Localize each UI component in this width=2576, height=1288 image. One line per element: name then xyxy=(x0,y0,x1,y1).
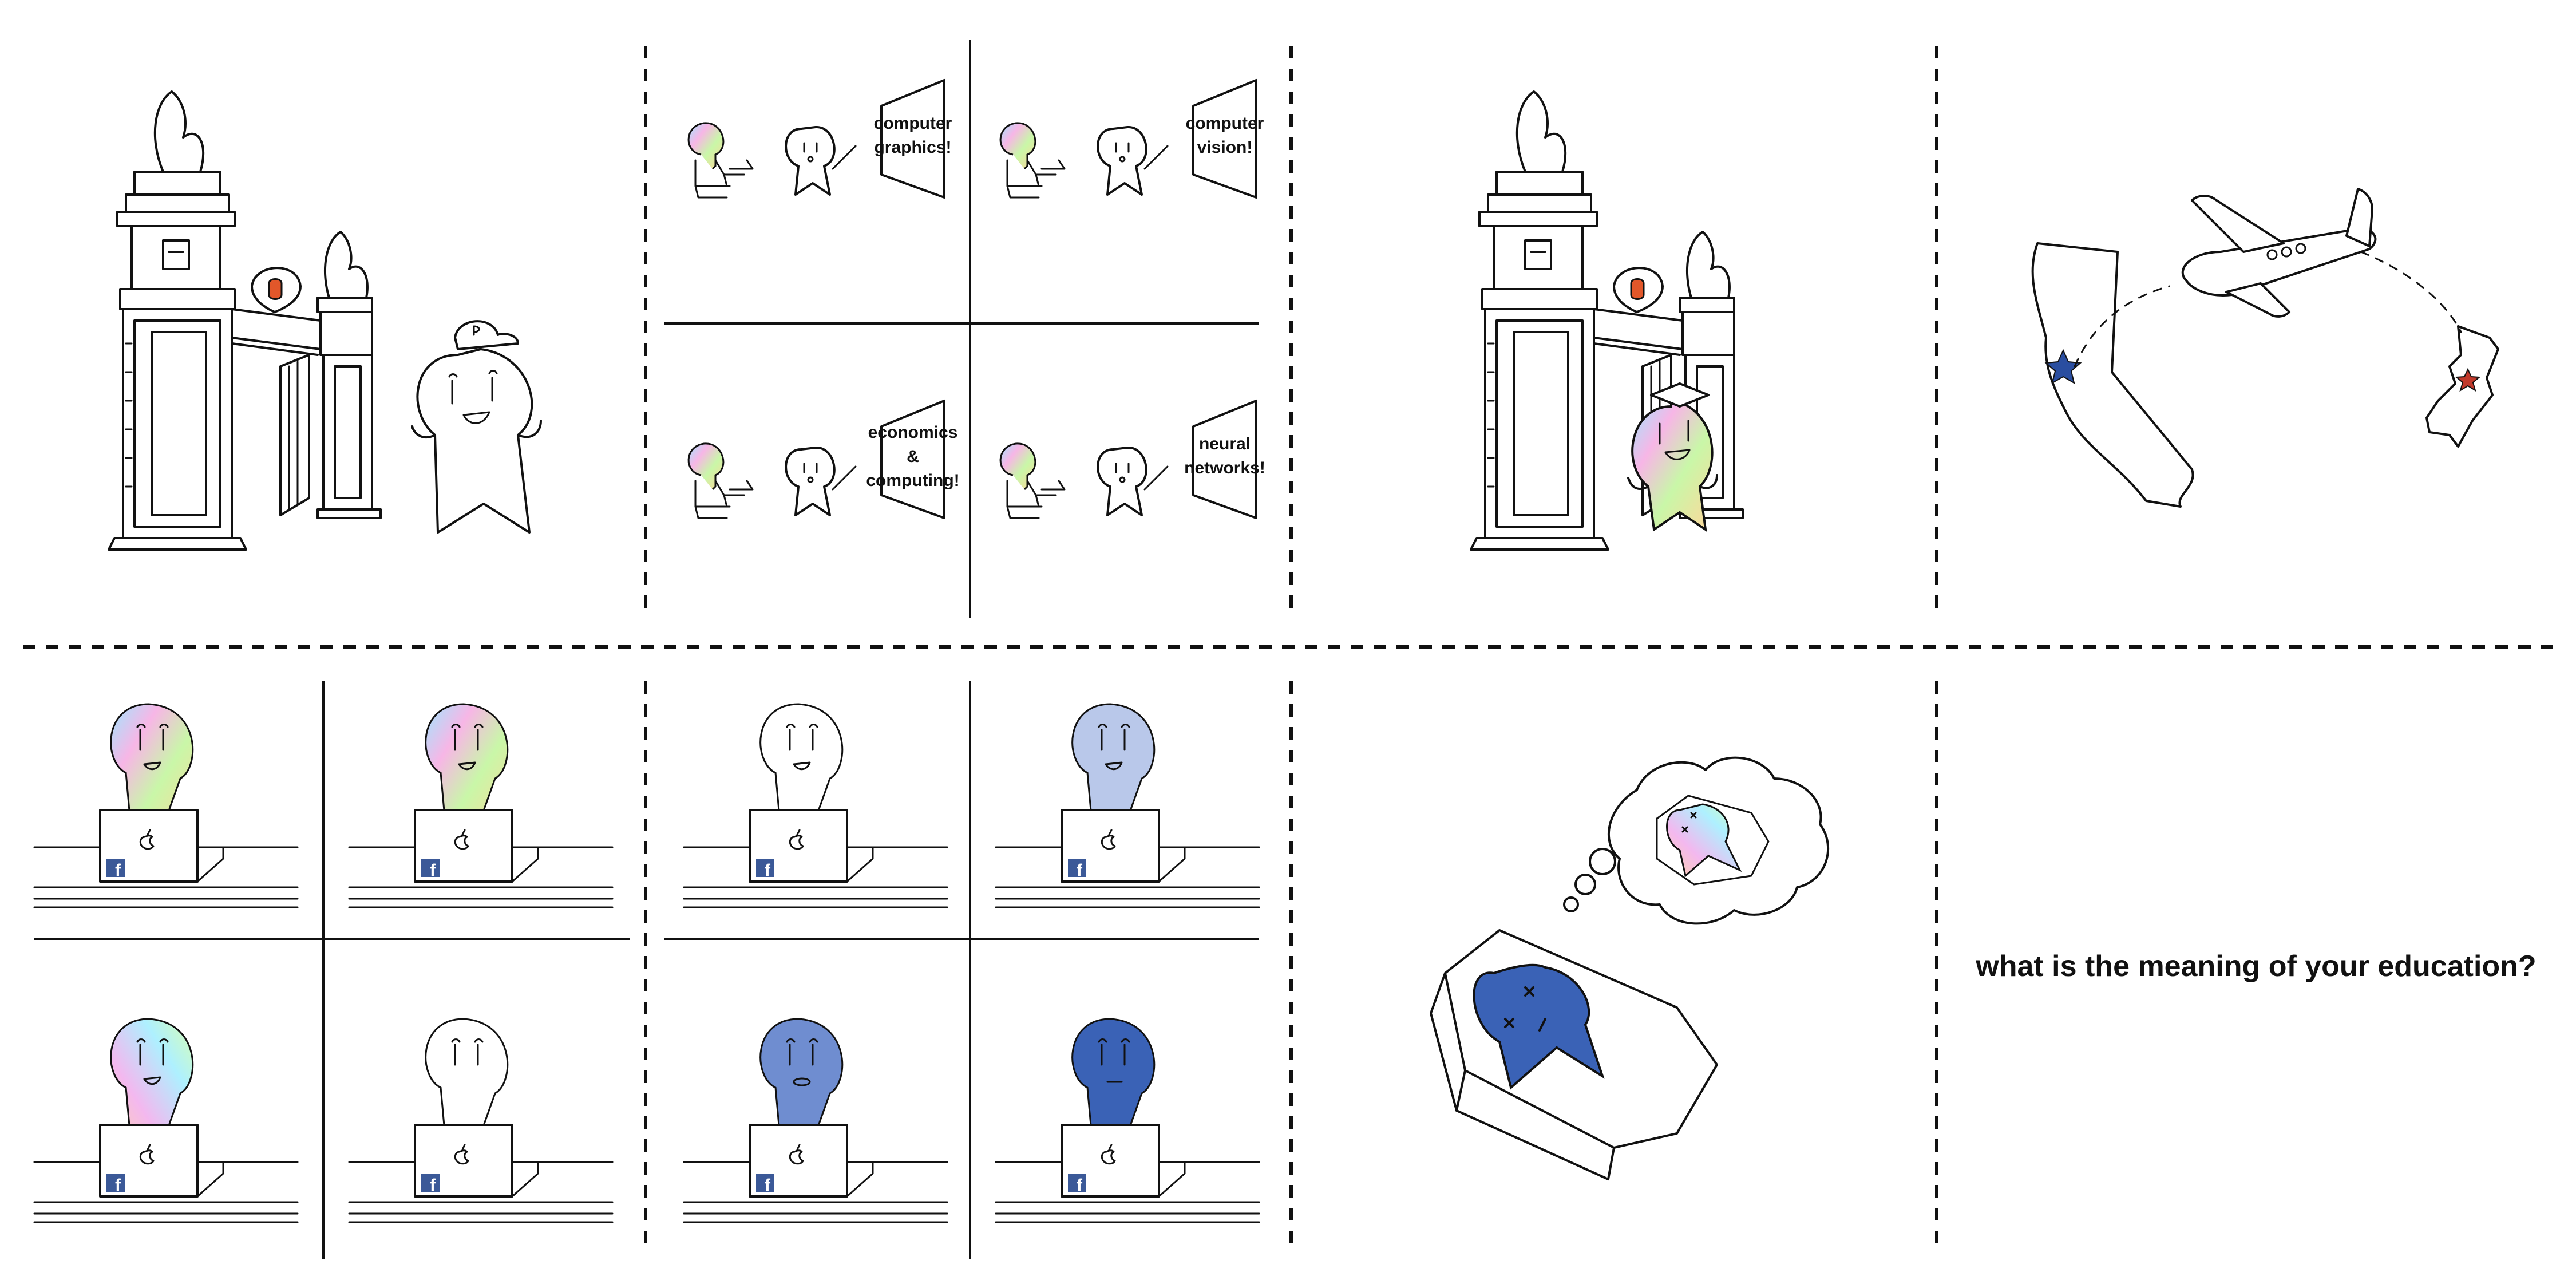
board-label: networks! xyxy=(1184,459,1265,477)
facebook-icon: f xyxy=(421,1174,440,1195)
board-label: neural xyxy=(1199,434,1251,453)
facebook-icon: f xyxy=(756,1174,774,1195)
svg-text:f: f xyxy=(1077,861,1083,880)
facebook-icon: f xyxy=(1068,859,1086,880)
facebook-icon: f xyxy=(1068,1174,1086,1195)
board-label: & xyxy=(907,447,919,466)
panel-borders xyxy=(23,40,2553,1259)
laptop-scene: f xyxy=(348,703,614,908)
laptop-scene: f xyxy=(683,703,948,908)
facebook-icon: f xyxy=(421,859,440,880)
laptop-scene: f xyxy=(995,703,1260,908)
svg-text:f: f xyxy=(765,1176,771,1195)
end-star-icon xyxy=(2455,368,2481,392)
facebook-icon: f xyxy=(106,1174,125,1195)
airplane-icon xyxy=(2181,188,2377,318)
laptop-scene: f xyxy=(33,1018,299,1223)
character-with-cap xyxy=(411,320,542,534)
board-label: computing! xyxy=(866,471,959,490)
lecture-panels: computer graphics! computer vision! economic… xyxy=(687,79,1265,519)
coffin-dream xyxy=(1430,756,1830,1180)
university-gate xyxy=(108,90,382,551)
board-label: vision! xyxy=(1197,138,1253,157)
board-label: computer xyxy=(1186,114,1264,133)
travel-map xyxy=(2031,188,2499,508)
svg-text:f: f xyxy=(115,861,121,880)
laptop-scene: f xyxy=(995,1018,1260,1223)
lecture-scene: economics & computing! xyxy=(687,400,960,519)
svg-text:f: f xyxy=(115,1176,121,1195)
svg-text:f: f xyxy=(765,861,771,880)
laptop-scene: f xyxy=(683,1018,948,1223)
lecture-scene: neural networks! xyxy=(999,400,1265,519)
lecture-scene: computer vision! xyxy=(999,79,1264,199)
svg-text:f: f xyxy=(1077,1176,1083,1195)
facebook-icon: f xyxy=(756,859,774,880)
facebook-icon: f xyxy=(106,859,125,880)
board-label: computer xyxy=(874,114,952,133)
board-label: economics xyxy=(868,423,958,442)
board-label: graphics! xyxy=(874,138,951,157)
lecture-scene: computer graphics! xyxy=(687,79,952,199)
laptop-scene: f xyxy=(348,1018,614,1223)
caption-text: what is the meaning of your education? xyxy=(1975,950,2536,983)
svg-text:f: f xyxy=(430,1176,436,1195)
university-gate-graduation xyxy=(1470,90,1744,551)
comic-strip: computer graphics! computer vision! economic… xyxy=(23,40,2553,1259)
laptop-scene: f xyxy=(33,703,299,908)
svg-text:f: f xyxy=(430,861,436,880)
